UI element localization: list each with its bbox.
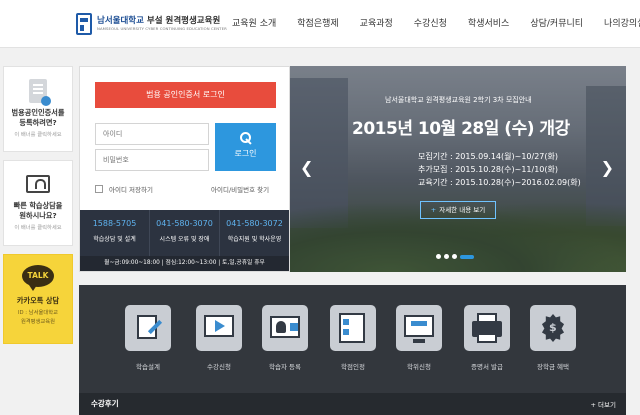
service-label: 학습설계	[136, 363, 160, 371]
printer-icon	[464, 305, 510, 351]
service-credit[interactable]: 학점인정	[330, 305, 376, 371]
site-header: 남서울대학교 부설 원격평생교육원 NAMSEOUL UNIVERSITY CYB…	[0, 0, 640, 48]
service-degree[interactable]: 학위신청	[396, 305, 442, 371]
save-id-option[interactable]: 아이디 저장하기	[95, 184, 153, 194]
contact-desc: 학습지원 및 학사운영	[227, 236, 282, 243]
quick-title: 등록하려면?	[19, 118, 57, 127]
contact-item: 041-580-3072 학습지원 및 학사운영	[220, 210, 289, 256]
logo-name: 남서울대학교	[97, 15, 144, 26]
service-certificate[interactable]: 증명서 발급	[464, 305, 510, 371]
banner-more-label: 자세한 내용 보기	[439, 206, 486, 214]
main-banner[interactable]: 남서울대학교 원격평생교육원 2학기 3차 모집안내 2015년 10월 28일…	[290, 66, 626, 272]
login-button-label: 로그인	[234, 149, 257, 158]
nav-item-student-service[interactable]: 학생서비스	[468, 16, 509, 29]
password-input[interactable]	[95, 149, 209, 171]
logo-english: NAMSEOUL UNIVERSITY CYBER CONTINUING EDU…	[97, 26, 227, 32]
credit-grade-icon	[330, 305, 376, 351]
quick-title: 카카오톡 상담	[16, 296, 60, 305]
service-study-plan[interactable]: 학습설계	[125, 305, 171, 371]
service-scholarship[interactable]: $ 장학금 혜택	[530, 305, 576, 371]
quick-banner-kakaotalk[interactable]: TALK 카카오톡 상담 ID : 남서울대학교 원격평생교육원	[3, 254, 73, 344]
service-learner-register[interactable]: 학습자 등록	[262, 305, 308, 371]
nav-item-community[interactable]: 상담/커뮤니티	[530, 16, 583, 29]
kakaotalk-icon: TALK	[22, 265, 54, 291]
slide-dot-active[interactable]	[460, 254, 474, 259]
service-label: 장학금 혜택	[537, 363, 569, 371]
review-section-header: 수강후기 + 더보기	[79, 393, 626, 415]
banner-schedule-line: 추가모집 : 2015.10.28(수)~11/10(화)	[418, 165, 558, 174]
slide-dot[interactable]	[452, 254, 457, 259]
key-icon	[239, 132, 252, 144]
contact-number: 1588-5705	[92, 219, 137, 228]
review-more-link[interactable]: + 더보기	[591, 399, 616, 409]
slide-dot[interactable]	[436, 254, 441, 259]
user-id-input[interactable]	[95, 123, 209, 145]
service-label: 증명서 발급	[471, 363, 503, 371]
headset-pc-icon	[26, 175, 50, 193]
contact-numbers: 1588-5705 학습상담 및 설계 041-580-3070 시스템 오류 …	[80, 210, 289, 256]
login-box: 범용 공인인증서 로그인 로그인 아이디 저장하기 아이디/비밀번호 찾기 15…	[79, 66, 290, 272]
service-label: 학습자 등록	[269, 363, 301, 371]
office-hours: 월~금:09:00~18:00 | 점심:12:00~13:00 | 토,일,공…	[80, 256, 289, 271]
quick-subtitle: 이 배너를 클릭하세요	[14, 225, 62, 231]
banner-schedule-line: 교육기간 : 2015.10.28(수)~2016.02.09(화)	[418, 178, 581, 187]
banner-schedule-line: 모집기간 : 2015.09.14(월)~10/27(화)	[418, 152, 558, 161]
nav-item-about[interactable]: 교육원 소개	[232, 16, 276, 29]
main-nav: 교육원 소개 학점은행제 교육과정 수강신청 학생서비스 상담/커뮤니티 나의강…	[232, 16, 640, 29]
slide-dot[interactable]	[444, 254, 449, 259]
university-emblem-icon	[76, 13, 92, 35]
service-label: 학점인정	[341, 363, 365, 371]
banner-title: 2015년 10월 28일 (수) 개강	[352, 119, 570, 139]
save-id-label: 아이디 저장하기	[109, 186, 153, 194]
learner-register-icon	[262, 305, 308, 351]
contact-item: 1588-5705 학습상담 및 설계	[80, 210, 150, 256]
nav-item-enroll[interactable]: 수강신청	[414, 16, 447, 29]
banner-schedule: 모집기간 : 2015.09.14(월)~10/27(화) 추가모집 : 201…	[418, 150, 581, 189]
nav-item-credit-bank[interactable]: 학점은행제	[297, 16, 338, 29]
find-account-link[interactable]: 아이디/비밀번호 찾기	[211, 184, 269, 194]
video-play-icon	[196, 305, 242, 351]
chevron-left-icon[interactable]: ❮	[300, 158, 313, 177]
study-plan-icon	[125, 305, 171, 351]
site-logo[interactable]: 남서울대학교 부설 원격평생교육원 NAMSEOUL UNIVERSITY CYB…	[76, 11, 227, 37]
contact-item: 041-580-3070 시스템 오류 및 장애	[150, 210, 220, 256]
service-enroll[interactable]: 수강신청	[196, 305, 242, 371]
certificate-login-button[interactable]: 범용 공인인증서 로그인	[95, 82, 276, 108]
kakao-id-name: 원격평생교육원	[20, 319, 56, 325]
login-button[interactable]: 로그인	[215, 123, 276, 171]
banner-more-button[interactable]: + 자세한 내용 보기	[420, 201, 496, 219]
contact-number: 041-580-3070	[156, 219, 213, 228]
review-title: 수강후기	[91, 399, 119, 408]
quick-subtitle: 이 배너를 클릭하세요	[14, 132, 62, 138]
plus-icon: +	[430, 206, 437, 214]
contact-desc: 학습상담 및 설계	[93, 236, 136, 243]
kakao-id: ID : 남서울대학교	[17, 310, 59, 316]
banner-subtitle: 남서울대학교 원격평생교육원 2학기 3차 모집안내	[385, 96, 532, 104]
quick-banner-certificate[interactable]: 범용공인인증서를 등록하려면? 이 배너를 클릭하세요	[3, 66, 73, 152]
certificate-doc-icon	[29, 79, 51, 106]
quick-title: 빠른 학습상담을	[13, 201, 63, 210]
logo-subtitle: 부설 원격평생교육원	[146, 15, 221, 26]
quick-banner-consult[interactable]: 빠른 학습상담을 원하시나요? 이 배너를 클릭하세요	[3, 160, 73, 246]
quick-title: 원하시나요?	[19, 211, 57, 220]
service-label: 학위신청	[407, 363, 431, 371]
scholarship-icon: $	[530, 305, 576, 351]
save-id-checkbox[interactable]	[95, 185, 103, 193]
quick-title: 범용공인인증서를	[11, 108, 65, 117]
service-menu: 학습설계 수강신청 학습자 등록 학점인정 학위신청 증명서 발급 $ 장학금 …	[79, 285, 626, 393]
contact-desc: 시스템 오류 및 장애	[159, 236, 210, 243]
slide-indicators	[436, 254, 477, 259]
degree-cap-icon	[396, 305, 442, 351]
nav-item-courses[interactable]: 교육과정	[360, 16, 393, 29]
nav-item-my-classroom[interactable]: 나의강의실	[604, 16, 640, 29]
service-label: 수강신청	[207, 363, 231, 371]
chevron-right-icon[interactable]: ❯	[601, 158, 614, 177]
contact-number: 041-580-3072	[226, 219, 283, 228]
